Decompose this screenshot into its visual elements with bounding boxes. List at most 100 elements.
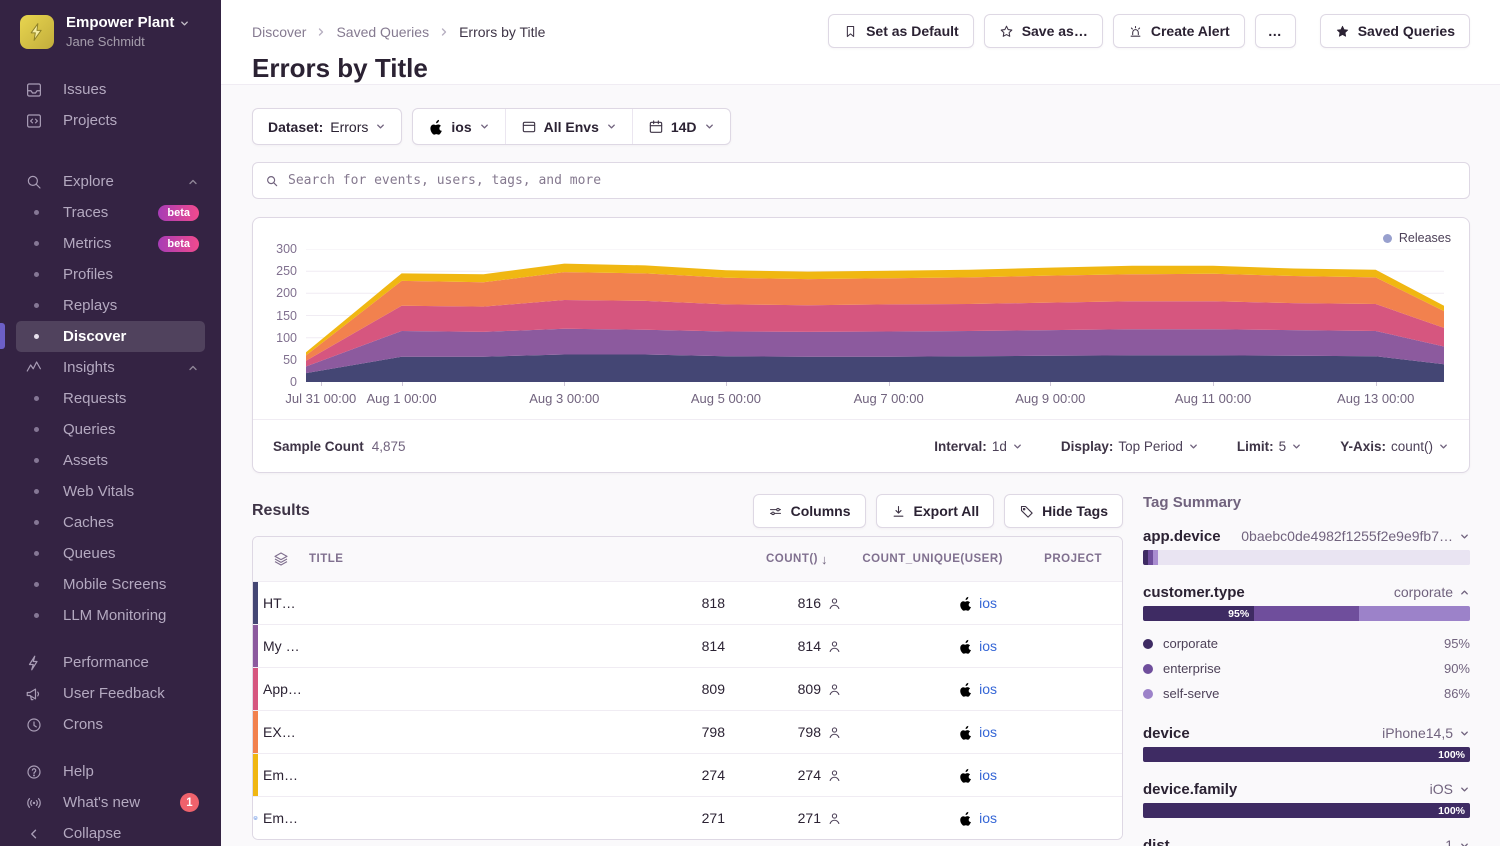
more-options-button[interactable]: … xyxy=(1255,14,1296,48)
button-label: Set as Default xyxy=(866,23,959,39)
column-header-title[interactable]: TITLE xyxy=(304,553,727,565)
breadcrumb-discover[interactable]: Discover xyxy=(252,24,306,40)
sidebar-section-insights[interactable]: Insights xyxy=(16,352,205,383)
org-user: Jane Schmidt xyxy=(66,34,190,50)
table-row: EmpowerPlant.SampleError: happyCustomer … xyxy=(253,796,1122,839)
tag-summary-panel: Tag Summary app.device 0baebc0de4982f125… xyxy=(1143,494,1470,846)
sidebar-item-web-vitals[interactable]: Web Vitals xyxy=(16,476,205,507)
export-all-button[interactable]: Export All xyxy=(876,494,995,528)
limit-selector[interactable]: Limit: 5 xyxy=(1237,439,1302,454)
x-tick-label: Aug 1 00:00 xyxy=(367,391,437,406)
sidebar-item-caches[interactable]: Caches xyxy=(16,507,205,538)
y-tick-label: 300 xyxy=(276,242,297,256)
sidebar-item-profiles[interactable]: Profiles xyxy=(16,259,205,290)
display-value: Top Period xyxy=(1118,439,1183,454)
project-filter[interactable]: ios xyxy=(413,109,504,144)
tag-legend-item[interactable]: enterprise 90% xyxy=(1143,656,1470,681)
y-tick-label: 100 xyxy=(276,331,297,345)
dataset-selector[interactable]: Dataset: Errors xyxy=(253,109,401,144)
columns-button[interactable]: Columns xyxy=(753,494,866,528)
tag-legend-item[interactable]: self-serve 86% xyxy=(1143,681,1470,706)
create-alert-button[interactable]: Create Alert xyxy=(1113,14,1245,48)
saved-queries-button[interactable]: Saved Queries xyxy=(1320,14,1470,48)
set-as-default-button[interactable]: Set as Default xyxy=(828,14,974,48)
environment-filter[interactable]: All Envs xyxy=(505,109,632,144)
count-value: 798 xyxy=(304,724,727,740)
page-body: Dataset: Errors ios All Envs xyxy=(221,85,1500,846)
table-row: EXC_BAD_INSTRUCTION: captureFatalError: … xyxy=(253,710,1122,753)
count-unique-value: 816 xyxy=(798,595,821,611)
projects-icon xyxy=(25,112,43,130)
sidebar-item-projects[interactable]: Projects xyxy=(16,105,205,136)
yaxis-selector[interactable]: Y-Axis: count() xyxy=(1340,439,1449,454)
tag-distribution-bar[interactable]: 95% xyxy=(1143,606,1470,621)
stack-icon[interactable] xyxy=(273,551,289,567)
chart-legend[interactable]: Releases xyxy=(1383,231,1451,245)
project-link[interactable]: ios xyxy=(979,595,997,611)
tag-section-toggle[interactable]: dist 1 xyxy=(1143,836,1470,846)
project-link[interactable]: ios xyxy=(979,638,997,654)
display-selector[interactable]: Display: Top Period xyxy=(1061,439,1199,454)
org-switcher[interactable]: Empower Plant Jane Schmidt xyxy=(0,0,221,60)
tag-distribution-bar[interactable]: 100% xyxy=(1143,747,1470,762)
project-link[interactable]: ios xyxy=(979,810,997,826)
tag-distribution-bar[interactable]: 100% xyxy=(1143,803,1470,818)
column-header-count[interactable]: COUNT()↓ xyxy=(727,552,842,567)
date-range-filter[interactable]: 14D xyxy=(632,109,730,144)
sample-count-value: 4,875 xyxy=(372,439,406,454)
project-link[interactable]: ios xyxy=(979,767,997,783)
sidebar-item-traces[interactable]: Tracesbeta xyxy=(16,197,205,228)
sidebar-collapse-button[interactable]: Collapse xyxy=(16,818,205,846)
project-link[interactable]: ios xyxy=(979,724,997,740)
hide-tags-button[interactable]: Hide Tags xyxy=(1004,494,1123,528)
sidebar-item-issues[interactable]: Issues xyxy=(16,74,205,105)
chart-area[interactable]: Releases 050100150200250300 Jul 31 00:00… xyxy=(253,218,1469,419)
series-color-chip xyxy=(253,625,258,667)
chevron-down-icon xyxy=(1291,441,1302,452)
user-icon xyxy=(827,639,842,654)
x-axis: Jul 31 00:00Aug 1 00:00Aug 3 00:00Aug 5 … xyxy=(306,382,1444,418)
error-title-link[interactable]: App Hanging: App hanging for at least 20… xyxy=(258,681,304,697)
alarm-icon xyxy=(1128,24,1143,39)
button-label: Hide Tags xyxy=(1042,503,1108,519)
sidebar-item-llm-monitoring[interactable]: LLM Monitoring xyxy=(16,600,205,631)
sidebar-item-discover[interactable]: Discover xyxy=(16,321,205,352)
tag-section-toggle[interactable]: device iPhone14,5 xyxy=(1143,724,1470,742)
whats-new-badge: 1 xyxy=(180,793,199,812)
download-icon xyxy=(891,504,906,519)
project-link[interactable]: ios xyxy=(979,681,997,697)
sidebar-item-mobile-screens[interactable]: Mobile Screens xyxy=(16,569,205,600)
error-title-link[interactable]: EmpowerPlant.SampleError: bestDeveloper … xyxy=(258,767,304,783)
interval-selector[interactable]: Interval: 1d xyxy=(934,439,1023,454)
sidebar-item-whats-new[interactable]: What's new 1 xyxy=(16,787,205,818)
sidebar-item-performance[interactable]: Performance xyxy=(16,647,205,678)
tag-legend-item[interactable]: corporate 95% xyxy=(1143,631,1470,656)
beta-badge: beta xyxy=(158,236,199,252)
sidebar-section-explore[interactable]: Explore xyxy=(16,166,205,197)
column-header-count-unique[interactable]: COUNT_UNIQUE(USER) xyxy=(842,553,1017,565)
sidebar-item-replays[interactable]: Replays xyxy=(16,290,205,321)
tag-section-toggle[interactable]: customer.type corporate xyxy=(1143,583,1470,601)
error-title-link[interactable]: My Custom exeption: User clicked the but… xyxy=(258,638,304,654)
legend-dot xyxy=(1143,664,1153,674)
sidebar-item-queries[interactable]: Queries xyxy=(16,414,205,445)
sidebar-item-queues[interactable]: Queues xyxy=(16,538,205,569)
results-heading: Results xyxy=(252,502,310,520)
tag-section-toggle[interactable]: device.family iOS xyxy=(1143,780,1470,798)
y-tick-label: 200 xyxy=(276,286,297,300)
sidebar-item-assets[interactable]: Assets xyxy=(16,445,205,476)
tag-distribution-bar[interactable] xyxy=(1143,550,1470,565)
save-as-button[interactable]: Save as… xyxy=(984,14,1103,48)
sidebar-item-user-feedback[interactable]: User Feedback xyxy=(16,678,205,709)
sidebar-item-help[interactable]: Help xyxy=(16,756,205,787)
breadcrumb-saved-queries[interactable]: Saved Queries xyxy=(336,24,429,40)
tag-section-toggle[interactable]: app.device 0baebc0de4982f1255f2e9e9fb7… xyxy=(1143,527,1470,545)
sidebar-item-requests[interactable]: Requests xyxy=(16,383,205,414)
error-title-link[interactable]: HTTPClientError: HTTP Client Error with … xyxy=(258,595,304,611)
error-title-link[interactable]: EXC_BAD_INSTRUCTION: captureFatalError: … xyxy=(258,724,304,740)
column-header-project[interactable]: PROJECT xyxy=(1017,553,1122,565)
search-input[interactable] xyxy=(288,173,1457,188)
sidebar-item-crons[interactable]: Crons xyxy=(16,709,205,740)
error-title-link[interactable]: EmpowerPlant.SampleError: happyCustomer … xyxy=(258,810,304,826)
sidebar-item-metrics[interactable]: Metricsbeta xyxy=(16,228,205,259)
